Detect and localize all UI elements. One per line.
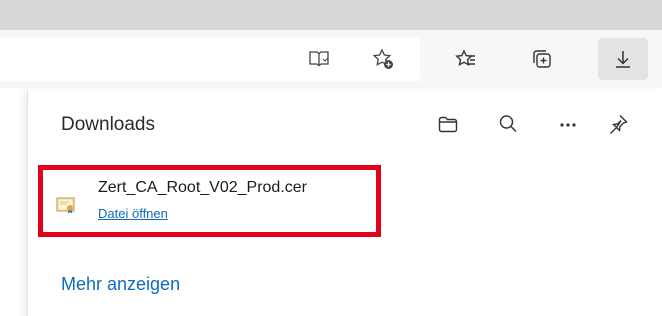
add-favorite-icon: [372, 48, 393, 69]
immersive-reader-button[interactable]: [298, 38, 340, 80]
more-options-button[interactable]: [550, 106, 586, 142]
downloads-button[interactable]: [598, 38, 648, 80]
favorites-button[interactable]: [445, 38, 487, 80]
certificate-file-icon: [56, 197, 75, 214]
address-bar[interactable]: [0, 37, 420, 81]
pin-panel-button[interactable]: [600, 106, 636, 142]
download-item[interactable]: Zert_CA_Root_V02_Prod.cer Datei öffnen: [38, 165, 381, 237]
file-name: Zert_CA_Root_V02_Prod.cer: [98, 179, 307, 196]
immersive-reader-icon: [309, 51, 329, 67]
pin-icon: [610, 115, 628, 134]
folder-icon: [438, 116, 458, 133]
panel-title: Downloads: [61, 114, 155, 135]
more-icon: [560, 123, 576, 127]
search-downloads-button[interactable]: [490, 106, 526, 142]
open-folder-button[interactable]: [430, 106, 466, 142]
downloads-icon: [616, 51, 630, 68]
show-more-link[interactable]: Mehr anzeigen: [61, 274, 180, 295]
open-file-link[interactable]: Datei öffnen: [98, 206, 168, 221]
search-icon: [499, 115, 517, 132]
collections-button[interactable]: [521, 38, 563, 80]
downloads-panel: Downloads Zert_CA_Root_V02_Prod.cer Date…: [27, 90, 662, 316]
collections-icon: [533, 50, 551, 68]
browser-toolbar: [0, 30, 662, 88]
favorites-icon: [455, 49, 475, 67]
tab-strip: [0, 0, 662, 30]
add-favorite-button[interactable]: [362, 38, 404, 80]
